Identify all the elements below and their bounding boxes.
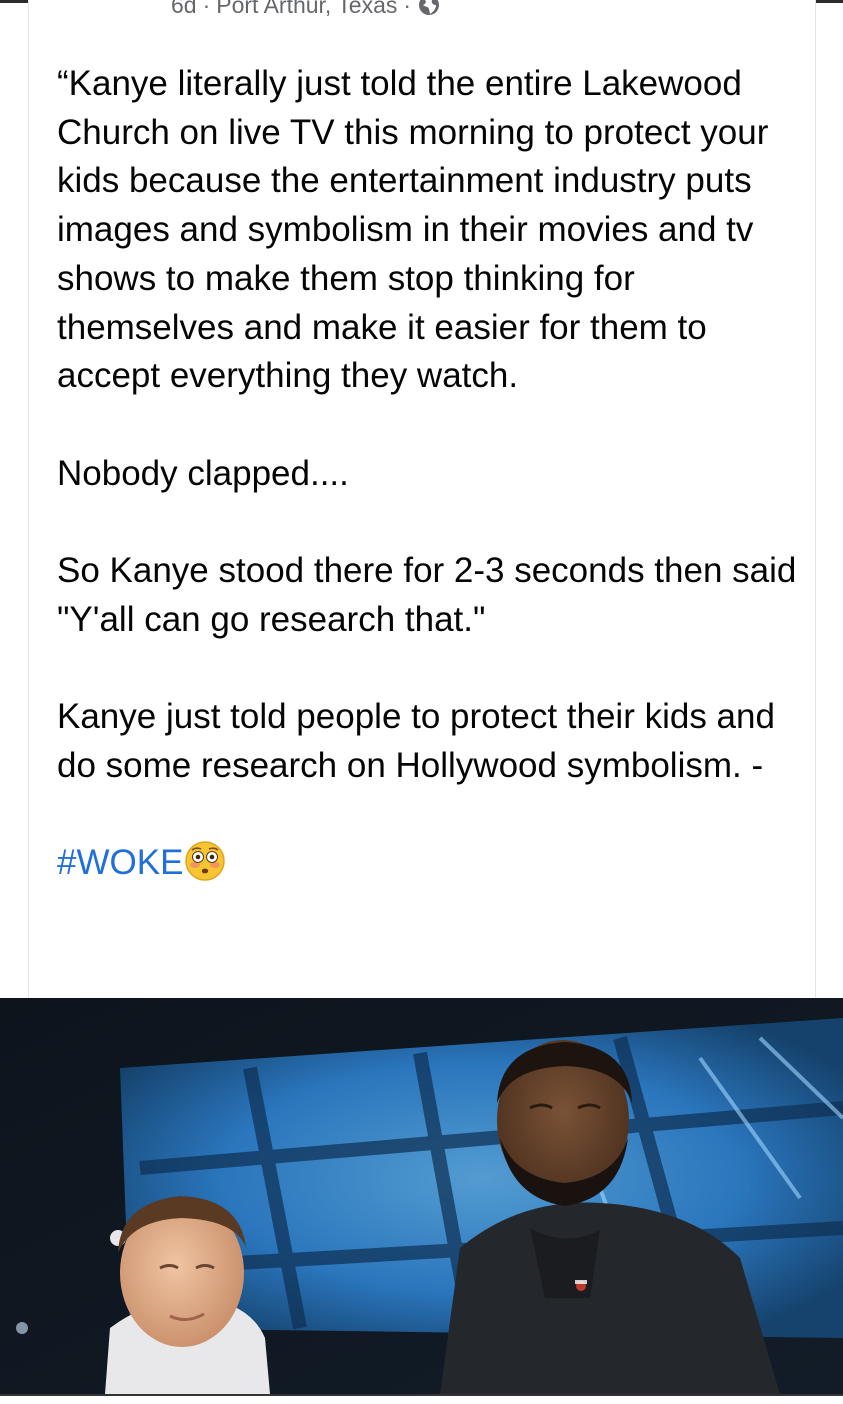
post-time[interactable]: 6d bbox=[171, 0, 197, 19]
hashtag-link[interactable]: #WOKE bbox=[57, 843, 183, 882]
post-meta: 6d · Port Arthur, Texas · bbox=[171, 0, 441, 22]
flushed-face-emoji bbox=[184, 840, 226, 882]
photo-scene bbox=[0, 998, 843, 1394]
globe-icon[interactable] bbox=[417, 0, 441, 17]
post-text: “Kanye literally just told the entire La… bbox=[57, 60, 797, 888]
bottom-divider bbox=[0, 1394, 843, 1404]
post-photo[interactable] bbox=[0, 998, 843, 1394]
post-location[interactable]: Port Arthur, Texas bbox=[216, 0, 397, 19]
post-paragraph: “Kanye literally just told the entire La… bbox=[57, 64, 769, 396]
meta-separator: · bbox=[403, 0, 412, 18]
post-paragraph: Nobody clapped.... bbox=[57, 453, 349, 493]
post-paragraph: Kanye just told people to protect their … bbox=[57, 697, 775, 785]
meta-separator: · bbox=[202, 0, 211, 18]
hashtag-line: #WOKE bbox=[57, 839, 797, 888]
post-paragraph: So Kanye stood there for 2-3 seconds the… bbox=[57, 551, 797, 639]
